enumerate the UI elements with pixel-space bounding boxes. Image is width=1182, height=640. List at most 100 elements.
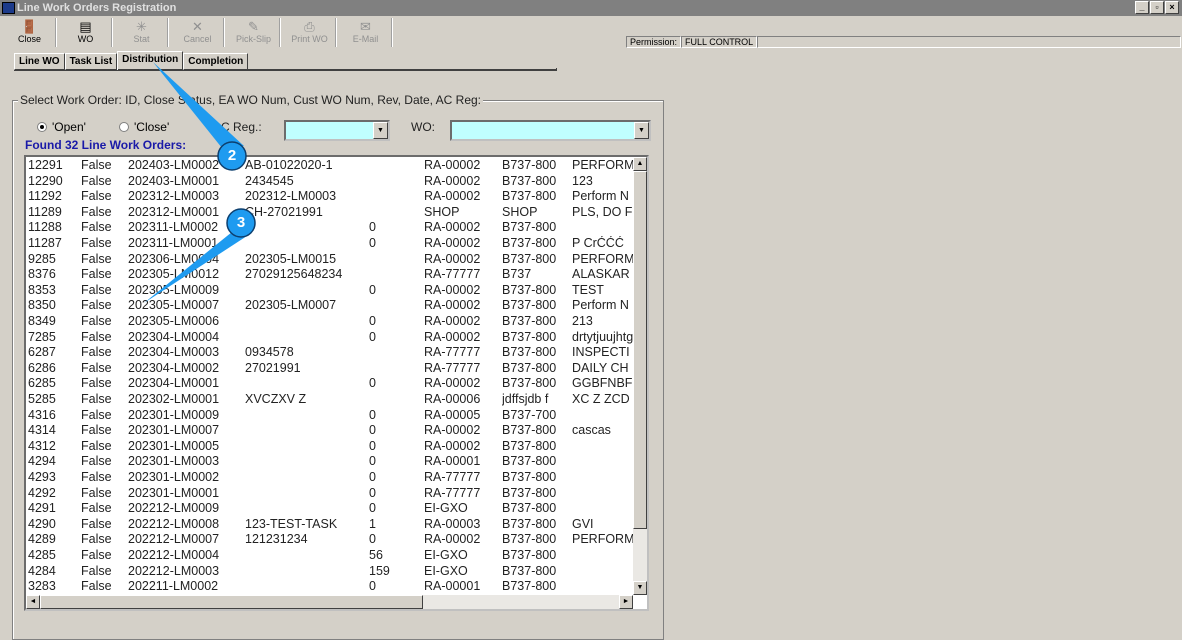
scroll-up-button[interactable]: ▲: [633, 157, 647, 171]
table-row[interactable]: 8349 False 202305-LM0006 0 RA-00002 B737-800 2…: [26, 314, 636, 330]
table-row[interactable]: 11292 False 202312-LM0003 202312-LM0003 RA-0…: [26, 189, 636, 205]
table-row[interactable]: 4314 False 202301-LM0007 0 RA-00002 B737-800 c…: [26, 423, 636, 439]
cell: False: [81, 438, 112, 453]
cell: 4284: [28, 563, 56, 578]
tab-completion[interactable]: Completion: [183, 53, 249, 70]
chevron-down-icon[interactable]: ▼: [373, 122, 388, 139]
cell: RA-00002: [424, 173, 481, 188]
table-row[interactable]: 4292 False 202301-LM0001 0 RA-77777 B737-800: [26, 486, 636, 502]
table-row[interactable]: 12290 False 202403-LM0001 2434545 RA-00002 B7…: [26, 174, 636, 190]
cell: False: [81, 454, 112, 469]
tab-distribution[interactable]: Distribution: [117, 51, 184, 70]
table-row[interactable]: 4289 False 202212-LM0007 121231234 0 RA-00002…: [26, 532, 636, 548]
cell: False: [81, 298, 112, 313]
table-row[interactable]: 8376 False 202305-LM0012 27029125648234 RA-7…: [26, 267, 636, 283]
cell: RA-00002: [424, 329, 481, 344]
cell: 0: [369, 579, 376, 594]
printer-icon: ▤: [79, 19, 92, 34]
radio-open[interactable]: 'Open': [37, 120, 86, 134]
cell: 4316: [28, 407, 56, 422]
cell: 4314: [28, 423, 56, 438]
close-window-button[interactable]: ×: [1165, 1, 1179, 14]
cell: 123: [572, 173, 593, 188]
ac-reg-combo[interactable]: ▼: [284, 120, 390, 141]
table-row[interactable]: 11289 False 202312-LM0001 CH-27021991 SHOP SH…: [26, 205, 636, 221]
cell: 202312-LM0003: [245, 189, 337, 204]
pick-slip-button[interactable]: ✎ Pick-Slip: [228, 18, 280, 47]
cell: PERFORM: [572, 251, 634, 266]
cell: cascas: [572, 423, 611, 438]
tab-task-list[interactable]: Task List: [64, 53, 118, 70]
cell: 0: [369, 454, 376, 469]
wo-combo[interactable]: ▼: [450, 120, 651, 141]
minimize-button[interactable]: _: [1135, 1, 1149, 14]
table-row[interactable]: 4284 False 202212-LM0003 159 EI-GXO B737-800: [26, 564, 636, 580]
table-row[interactable]: 4291 False 202212-LM0009 0 EI-GXO B737-800: [26, 501, 636, 517]
table-row[interactable]: 6286 False 202304-LM0002 27021991 RA-77777 B7…: [26, 361, 636, 377]
table-row[interactable]: 4294 False 202301-LM0003 0 RA-00001 B737-800: [26, 454, 636, 470]
cell: 0: [369, 329, 376, 344]
table-row[interactable]: 3283 False 202211-LM0002 0 RA-00001 B737-800: [26, 579, 636, 595]
tab-line-wo[interactable]: Line WO: [14, 53, 65, 70]
table-row[interactable]: 5285 False 202302-LM0001 XVCZXV Z RA-00006 jd…: [26, 392, 636, 408]
horizontal-scroll-thumb[interactable]: [40, 595, 423, 609]
cell: 0: [369, 470, 376, 484]
cell: 202312-LM0001: [128, 204, 220, 219]
cell: RA-00001: [424, 454, 481, 469]
close-button[interactable]: 🚪 Close: [4, 18, 56, 47]
print-wo-button[interactable]: ⎙ Print WO: [284, 18, 336, 47]
table-row[interactable]: 4290 False 202212-LM0008 123-TEST-TASK 1 RA-0…: [26, 517, 636, 533]
cell: 121231234: [245, 532, 308, 547]
table-row[interactable]: 4293 False 202301-LM0002 0 RA-77777 B737-800: [26, 470, 636, 486]
vertical-scroll-thumb[interactable]: [633, 171, 647, 529]
cell: DAILY CH: [572, 360, 629, 375]
cancel-button[interactable]: ✕ Cancel: [172, 18, 224, 47]
cell: Perform N: [572, 298, 629, 313]
cell: 4312: [28, 438, 56, 453]
cell: XVCZXV Z: [245, 392, 307, 406]
table-row[interactable]: 4285 False 202212-LM0004 56 EI-GXO B737-800: [26, 548, 636, 564]
table-row[interactable]: 6287 False 202304-LM0003 0934578 RA-77777 B73…: [26, 345, 636, 361]
cell: B737-800: [502, 251, 557, 266]
table-row[interactable]: 4312 False 202301-LM0005 0 RA-00002 B737-800: [26, 439, 636, 455]
e-mail-button[interactable]: ✉ E-Mail: [340, 18, 392, 47]
cell: 202304-LM0004: [128, 329, 220, 344]
cell: CH-27021991: [245, 204, 323, 219]
cell: 4290: [28, 516, 56, 531]
cell: 202211-LM0002: [128, 579, 219, 594]
cell: 202304-LM0001: [128, 376, 220, 391]
cell: 202312-LM0003: [128, 189, 220, 204]
vertical-scrollbar[interactable]: ▲ ▼: [633, 157, 647, 595]
cell: 56: [369, 548, 383, 562]
cell: B737-800: [502, 298, 557, 313]
stat-button[interactable]: ✳ Stat: [116, 18, 168, 47]
cell: RA-77777: [424, 470, 481, 484]
work-order-list[interactable]: 12291 False 202403-LM0002 AB-01022020-1 RA-0…: [24, 155, 649, 611]
table-row[interactable]: 6285 False 202304-LM0001 0 RA-00002 B737-800 G…: [26, 376, 636, 392]
restore-button[interactable]: ▫: [1150, 1, 1164, 14]
table-row[interactable]: 11287 False 202311-LM0001 0 RA-00002 B737-800…: [26, 236, 636, 252]
scroll-down-button[interactable]: ▼: [633, 581, 647, 595]
table-row[interactable]: 12291 False 202403-LM0002 AB-01022020-1 RA-0…: [26, 158, 636, 174]
table-row[interactable]: 11288 False 202311-LM0002 0 RA-00002 B737-800: [26, 220, 636, 236]
table-row[interactable]: 8350 False 202305-LM0007 202305-LM0007 RA-00…: [26, 298, 636, 314]
cell: 4291: [28, 501, 56, 516]
table-row[interactable]: 8353 False 202305-LM0009 0 RA-00002 B737-800 T…: [26, 283, 636, 299]
horizontal-scrollbar[interactable]: ◄ ►: [26, 595, 633, 609]
table-row[interactable]: 7285 False 202304-LM0004 0 RA-00002 B737-800 d…: [26, 330, 636, 346]
cell: RA-00003: [424, 516, 481, 531]
tab-bar: Line WO Task List Distribution Completio…: [14, 51, 249, 70]
cell: 12291: [28, 158, 63, 172]
scroll-left-button[interactable]: ◄: [26, 595, 40, 609]
chevron-down-icon[interactable]: ▼: [634, 122, 649, 139]
table-row[interactable]: 9285 False 202306-LM0004 202305-LM0015 RA-00…: [26, 252, 636, 268]
cell: False: [81, 220, 112, 235]
cell: 202311-LM0002: [128, 220, 219, 235]
radio-close[interactable]: 'Close': [119, 120, 169, 134]
wo-button[interactable]: ▤ WO: [60, 18, 112, 47]
scroll-right-button[interactable]: ►: [619, 595, 633, 609]
cell: RA-00002: [424, 282, 481, 297]
table-row[interactable]: 4316 False 202301-LM0009 0 RA-00005 B737-700: [26, 408, 636, 424]
cell: 0: [369, 376, 376, 391]
button-label: Close: [17, 34, 41, 44]
